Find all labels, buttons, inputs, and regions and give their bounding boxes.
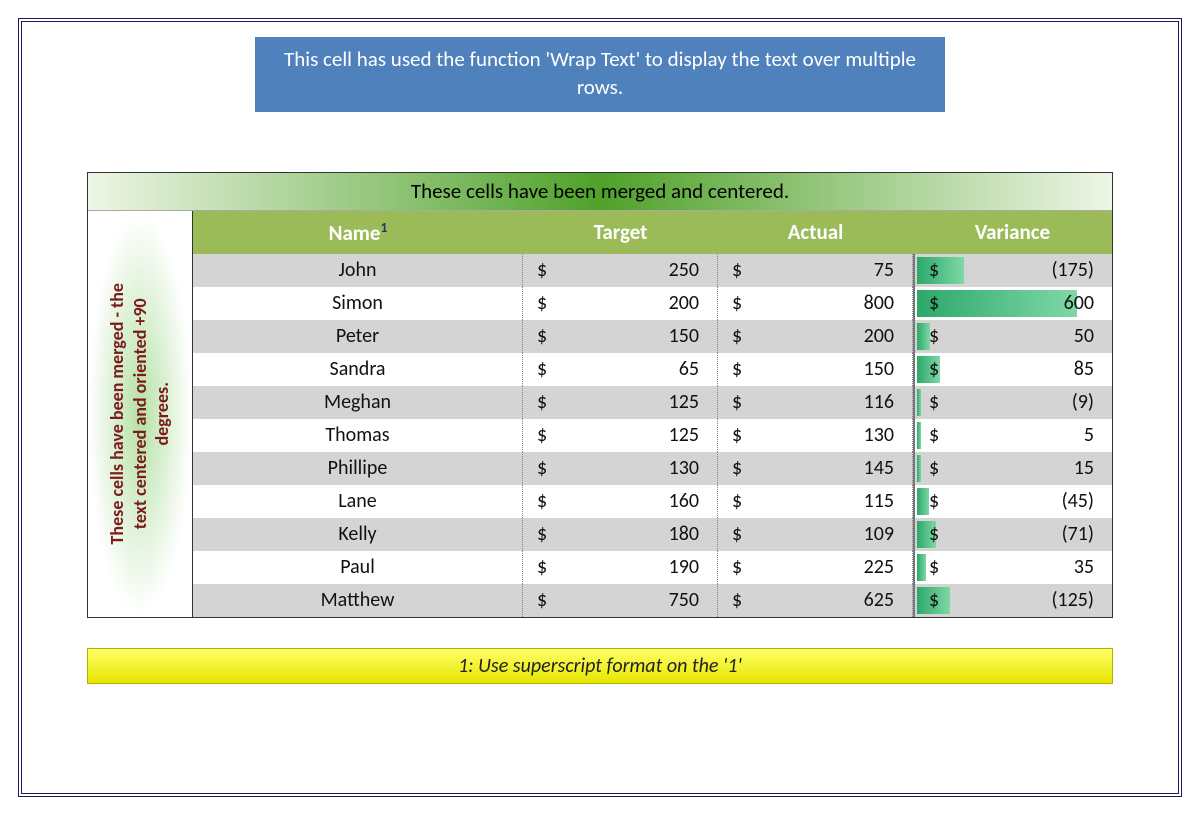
cell-actual: $116 [718, 386, 913, 419]
cell-target: $160 [523, 485, 718, 518]
vertical-merged-cell: These cells have been merged - the text … [88, 211, 193, 617]
cell-target: $125 [523, 419, 718, 452]
cell-variance: $85 [913, 353, 1112, 386]
cell-variance: $600 [913, 287, 1112, 320]
cell-target: $65 [523, 353, 718, 386]
header-name: Name1 [193, 211, 523, 254]
wrap-text-banner: This cell has used the function 'Wrap Te… [255, 37, 945, 112]
data-grid: Name1 Target Actual Variance John$250$75… [193, 211, 1112, 617]
spreadsheet-region: These cells have been merged and centere… [87, 172, 1113, 618]
cell-target: $190 [523, 551, 718, 584]
cell-variance: $15 [913, 452, 1112, 485]
cell-target: $200 [523, 287, 718, 320]
cell-variance: $(125) [913, 584, 1112, 617]
cell-actual: $75 [718, 254, 913, 287]
cell-actual: $115 [718, 485, 913, 518]
cell-name: Paul [193, 551, 523, 584]
cell-variance: $(71) [913, 518, 1112, 551]
cell-name: Kelly [193, 518, 523, 551]
cell-actual: $800 [718, 287, 913, 320]
cell-name: Simon [193, 287, 523, 320]
header-actual: Actual [718, 211, 913, 254]
banner-row: This cell has used the function 'Wrap Te… [87, 37, 1113, 112]
table-row: Matthew$750$625$(125) [193, 584, 1112, 617]
cell-target: $250 [523, 254, 718, 287]
cell-target: $130 [523, 452, 718, 485]
cell-variance: $(45) [913, 485, 1112, 518]
header-target: Target [523, 211, 718, 254]
table-row: Kelly$180$109$(71) [193, 518, 1112, 551]
table-row: John$250$75$(175) [193, 254, 1112, 287]
cell-target: $125 [523, 386, 718, 419]
cell-variance: $(9) [913, 386, 1112, 419]
cell-actual: $150 [718, 353, 913, 386]
vertical-text: These cells have been merged - the text … [106, 283, 174, 544]
cell-name: Thomas [193, 419, 523, 452]
cell-actual: $109 [718, 518, 913, 551]
superscript-1: 1 [380, 219, 387, 236]
cell-target: $750 [523, 584, 718, 617]
cell-name: Sandra [193, 353, 523, 386]
table-row: Lane$160$115$(45) [193, 485, 1112, 518]
table-row: Peter$150$200$50 [193, 320, 1112, 353]
merged-centered-header: These cells have been merged and centere… [88, 173, 1112, 211]
cell-target: $180 [523, 518, 718, 551]
cell-variance: $5 [913, 419, 1112, 452]
cell-variance: $50 [913, 320, 1112, 353]
cell-name: Peter [193, 320, 523, 353]
cell-actual: $145 [718, 452, 913, 485]
footnote-bar: 1: Use superscript format on the '1' [87, 648, 1113, 684]
cell-name: Matthew [193, 584, 523, 617]
column-headers: Name1 Target Actual Variance [193, 211, 1112, 254]
cell-name: Phillipe [193, 452, 523, 485]
table-row: Phillipe$130$145$15 [193, 452, 1112, 485]
cell-actual: $625 [718, 584, 913, 617]
cell-name: John [193, 254, 523, 287]
table-row: Simon$200$800$600 [193, 287, 1112, 320]
cell-name: Meghan [193, 386, 523, 419]
cell-actual: $225 [718, 551, 913, 584]
cell-target: $150 [523, 320, 718, 353]
cell-actual: $130 [718, 419, 913, 452]
cell-actual: $200 [718, 320, 913, 353]
table-row: Paul$190$225$35 [193, 551, 1112, 584]
cell-variance: $(175) [913, 254, 1112, 287]
table-row: Thomas$125$130$5 [193, 419, 1112, 452]
table-row: Meghan$125$116$(9) [193, 386, 1112, 419]
cell-variance: $35 [913, 551, 1112, 584]
page-frame: This cell has used the function 'Wrap Te… [18, 18, 1182, 797]
header-variance: Variance [913, 211, 1112, 254]
cell-name: Lane [193, 485, 523, 518]
table-row: Sandra$65$150$85 [193, 353, 1112, 386]
